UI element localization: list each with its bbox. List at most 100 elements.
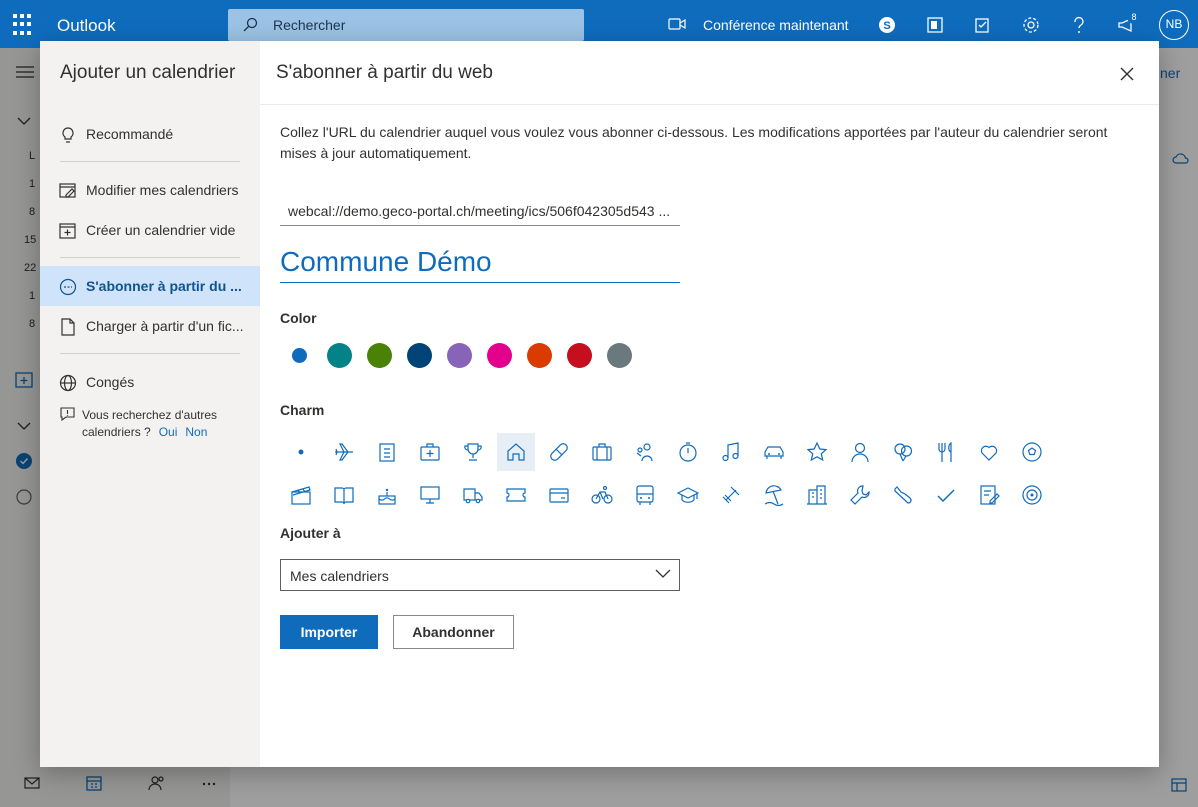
- book-icon: [334, 487, 354, 505]
- meet-now-button[interactable]: Conférence maintenant: [703, 17, 849, 33]
- charm-option[interactable]: [282, 433, 320, 471]
- nav-item-edit-calendars[interactable]: Modifier mes calendriers: [40, 170, 260, 210]
- url-input[interactable]: webcal://demo.geco-portal.ch/meeting/ics…: [280, 199, 680, 226]
- calendar-add-icon: [59, 223, 76, 239]
- balloon-icon: [894, 443, 913, 462]
- calendar-name-input[interactable]: Commune Démo: [280, 246, 680, 283]
- color-swatch[interactable]: [567, 343, 592, 368]
- fork-knife-icon: [938, 441, 952, 462]
- search-icon: [243, 17, 258, 32]
- search-box[interactable]: Rechercher: [228, 9, 584, 41]
- close-icon[interactable]: [1118, 65, 1136, 83]
- charm-option[interactable]: [454, 476, 492, 514]
- charm-option[interactable]: [282, 476, 320, 514]
- nav-item-create-blank[interactable]: Créer un calendrier vide: [40, 210, 260, 250]
- charm-option[interactable]: [884, 433, 922, 471]
- clipboard-icon: [379, 443, 395, 462]
- charm-option[interactable]: [626, 476, 664, 514]
- skype-icon[interactable]: S: [878, 16, 896, 34]
- pill-icon: [550, 443, 568, 461]
- charm-option[interactable]: [540, 476, 578, 514]
- feedback-yes-link[interactable]: Oui: [159, 425, 178, 439]
- charm-option[interactable]: [626, 433, 664, 471]
- video-camera-icon[interactable]: [668, 17, 686, 31]
- add-to-value: Mes calendriers: [290, 568, 389, 584]
- charm-option[interactable]: [454, 433, 492, 471]
- car-icon: [764, 446, 784, 459]
- cancel-button[interactable]: Abandonner: [393, 615, 514, 649]
- nav-item-holidays[interactable]: Congés: [40, 362, 260, 402]
- section-title: S'abonner à partir du web: [276, 62, 493, 83]
- avatar[interactable]: NB: [1159, 10, 1189, 40]
- divider: [60, 161, 240, 162]
- charm-option[interactable]: [325, 476, 363, 514]
- charm-option[interactable]: [841, 476, 879, 514]
- color-swatch[interactable]: [527, 343, 552, 368]
- color-swatch[interactable]: [327, 343, 352, 368]
- beach-icon: [764, 485, 784, 506]
- app-brand[interactable]: Outlook: [57, 16, 116, 36]
- charm-option[interactable]: [669, 433, 707, 471]
- charm-option[interactable]: [755, 476, 793, 514]
- add-to-dropdown[interactable]: Mes calendriers: [280, 559, 680, 591]
- nav-item-subscribe-web[interactable]: S'abonner à partir du ...: [40, 266, 260, 306]
- color-swatch[interactable]: [407, 343, 432, 368]
- charm-option[interactable]: [411, 476, 449, 514]
- nav-item-recommended[interactable]: Recommandé: [40, 114, 260, 154]
- gear-icon[interactable]: [1022, 16, 1040, 34]
- charm-option[interactable]: [712, 433, 750, 471]
- color-swatch[interactable]: [367, 343, 392, 368]
- todo-icon[interactable]: [974, 16, 992, 34]
- charm-option[interactable]: [368, 433, 406, 471]
- charm-option[interactable]: [884, 476, 922, 514]
- svg-text:S: S: [883, 20, 890, 32]
- charm-option[interactable]: [841, 433, 879, 471]
- nav-item-label: Recommandé: [86, 126, 174, 142]
- charm-option[interactable]: [927, 476, 965, 514]
- office-icon[interactable]: [926, 16, 944, 34]
- charm-option[interactable]: [411, 433, 449, 471]
- color-swatch[interactable]: [487, 343, 512, 368]
- charm-option[interactable]: [497, 476, 535, 514]
- dialog-content: S'abonner à partir du web Collez l'URL d…: [260, 41, 1159, 767]
- nav-item-upload-file[interactable]: Charger à partir d'un fic...: [40, 306, 260, 346]
- charm-option[interactable]: [927, 433, 965, 471]
- import-button[interactable]: Importer: [280, 615, 378, 649]
- color-swatch[interactable]: [287, 343, 312, 368]
- charm-option[interactable]: [1013, 476, 1051, 514]
- color-swatch[interactable]: [447, 343, 472, 368]
- nav-item-label: Modifier mes calendriers: [86, 182, 239, 198]
- charm-option[interactable]: [540, 433, 578, 471]
- lightbulb-icon: [62, 127, 74, 143]
- charm-option[interactable]: [798, 433, 836, 471]
- app-launcher-icon[interactable]: [13, 14, 35, 36]
- charm-option[interactable]: [669, 476, 707, 514]
- stopwatch-icon: [679, 442, 697, 462]
- divider: [60, 353, 240, 354]
- document-icon: [61, 318, 75, 336]
- charm-option[interactable]: [712, 476, 750, 514]
- charm-option[interactable]: [583, 476, 621, 514]
- ticket-icon: [506, 488, 526, 502]
- dialog-nav: Ajouter un calendrier Recommandé Modifie…: [40, 41, 260, 767]
- divider: [60, 257, 240, 258]
- color-swatch[interactable]: [607, 343, 632, 368]
- charm-option[interactable]: [368, 476, 406, 514]
- color-label: Color: [280, 310, 317, 326]
- monitor-icon: [420, 486, 440, 504]
- charm-option[interactable]: [798, 476, 836, 514]
- star-icon: [806, 441, 828, 462]
- soccer-ball-icon: [1022, 442, 1042, 462]
- charm-option[interactable]: [970, 476, 1008, 514]
- people-icon: [636, 443, 653, 462]
- charm-option[interactable]: [970, 433, 1008, 471]
- charm-option[interactable]: [325, 433, 363, 471]
- help-icon[interactable]: [1071, 16, 1087, 34]
- charm-option[interactable]: [497, 433, 535, 471]
- graduation-cap-icon: [677, 487, 699, 503]
- feedback-icon: [60, 407, 75, 422]
- charm-option[interactable]: [1013, 433, 1051, 471]
- charm-option[interactable]: [583, 433, 621, 471]
- charm-option[interactable]: [755, 433, 793, 471]
- feedback-no-link[interactable]: Non: [185, 425, 207, 439]
